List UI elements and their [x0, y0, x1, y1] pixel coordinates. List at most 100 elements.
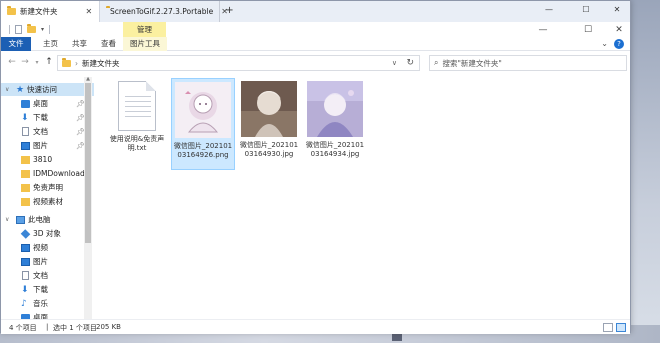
forward-button[interactable]: → — [20, 57, 30, 67]
scrollbar-thumb[interactable] — [85, 83, 91, 243]
scroll-up-icon[interactable]: ▲ — [84, 76, 92, 82]
item-count: 4 个项目 — [9, 324, 37, 332]
ribbon-tab-share[interactable]: 共享 — [65, 37, 94, 51]
expand-icon[interactable]: ∨ — [5, 86, 9, 93]
text-file-icon — [118, 81, 156, 131]
status-bar: 4 个项目 | 选中 1 个项目 205 KB — [1, 319, 630, 334]
new-folder-icon[interactable] — [27, 24, 36, 33]
computer-icon — [16, 215, 25, 224]
sidebar-item-label: 视频素材 — [33, 197, 63, 206]
ribbon-tab-file[interactable]: 文件 — [1, 37, 31, 51]
sidebar-item-pictures-pc[interactable]: 图片 — [1, 255, 94, 268]
sidebar-item-label: IDMDownload — [33, 169, 85, 178]
sidebar-item-downloads-pc[interactable]: ⬇︎ 下载 — [1, 283, 94, 296]
search-box[interactable]: ⌕ — [429, 55, 627, 71]
sidebar-item-label: 快速访问 — [27, 85, 57, 94]
sidebar-item-video-material[interactable]: 视频素材 — [1, 195, 94, 208]
ribbon-tab-home[interactable]: 主页 — [36, 37, 65, 51]
close-window-button[interactable]: ✕ — [609, 5, 625, 14]
address-bar[interactable]: › 新建文件夹 ∨ ↻ — [57, 55, 420, 71]
sidebar-item-desktop-pc[interactable]: 桌面 — [1, 311, 94, 319]
selected-count: 选中 1 个项目 — [53, 324, 97, 332]
search-input[interactable] — [442, 58, 623, 68]
close-window-button[interactable]: ✕ — [612, 25, 626, 35]
navigation-pane: ∨ ★ 快速访问 桌面 📌︎ ⬇︎ 下载 📌︎ 文档 📌︎ 图片 📌︎ 3810 — [1, 77, 94, 319]
address-row: ← → ▾ ↑ › 新建文件夹 ∨ ↻ ⌕ — [1, 52, 630, 74]
sidebar-item-this-pc[interactable]: ∨ 此电脑 — [1, 213, 94, 226]
music-icon: ♪ — [21, 298, 27, 309]
navigation-scrollbar[interactable]: ▲ — [84, 76, 92, 319]
sidebar-item-pictures[interactable]: 图片 📌︎ — [1, 139, 94, 152]
folder-icon — [21, 169, 30, 178]
image-thumbnail — [307, 81, 363, 137]
desktop-decoration — [392, 333, 402, 341]
ribbon-tab-picture-tools[interactable]: 图片工具 — [123, 37, 167, 51]
properties-icon[interactable] — [15, 25, 22, 34]
sidebar-item-3d-objects[interactable]: 3D 对象 — [1, 227, 94, 240]
file-explorer-window: 新建文件夹 ✕ ScreenToGif.2.27.3.Portable ✕ + … — [0, 0, 631, 334]
folder-icon — [21, 197, 30, 206]
sidebar-item-label: 免责声明 — [33, 183, 63, 192]
chevron-down-icon[interactable]: ∨ — [392, 59, 397, 67]
file-item-jpg[interactable]: 微信图片_20210103164930.jpg — [237, 78, 301, 170]
tab-bar: 新建文件夹 ✕ ScreenToGif.2.27.3.Portable ✕ + … — [1, 1, 630, 22]
search-icon: ⌕ — [434, 58, 439, 67]
sidebar-item-documents[interactable]: 文档 📌︎ — [1, 125, 94, 138]
desktop-icon — [21, 99, 30, 108]
file-list: 使用说明&免责声明.txt 微信图片_20210103164926.png 微信… — [97, 75, 627, 319]
sidebar-item-label: 音乐 — [33, 299, 48, 308]
sidebar-item-label: 图片 — [33, 141, 48, 150]
tab-new-folder[interactable]: 新建文件夹 ✕ — [1, 1, 100, 22]
folder-icon — [7, 6, 16, 15]
sidebar-item-label: 下载 — [33, 113, 48, 122]
expand-icon[interactable]: ∨ — [5, 216, 9, 223]
sidebar-item-label: 下载 — [33, 285, 48, 294]
maximize-button[interactable]: ☐ — [581, 25, 595, 35]
details-view-icon[interactable] — [603, 323, 613, 332]
large-icons-view-icon[interactable] — [616, 323, 626, 332]
sidebar-item-label: 视频 — [33, 243, 48, 252]
recent-locations-icon[interactable]: ▾ — [32, 59, 42, 66]
minimize-button[interactable]: — — [536, 25, 550, 35]
file-item-jpg[interactable]: 微信图片_20210103164934.jpg — [303, 78, 367, 170]
sidebar-item-label: 桌面 — [33, 313, 48, 319]
sidebar-item-downloads[interactable]: ⬇︎ 下载 📌︎ — [1, 111, 94, 124]
back-button[interactable]: ← — [7, 57, 17, 67]
sidebar-item-disclaimer[interactable]: 免责声明 — [1, 181, 94, 194]
sidebar-item-quick-access[interactable]: ∨ ★ 快速访问 — [1, 83, 94, 96]
file-name: 使用说明&免责声明.txt — [109, 135, 165, 152]
folder-icon — [21, 183, 30, 192]
sidebar-item-documents-pc[interactable]: 文档 — [1, 269, 94, 282]
separator: | — [46, 323, 49, 331]
download-icon: ⬇︎ — [21, 284, 29, 295]
file-item-txt[interactable]: 使用说明&免责声明.txt — [105, 78, 169, 170]
sidebar-item-3810[interactable]: 3810 — [1, 153, 94, 166]
star-icon: ★ — [16, 84, 25, 95]
sidebar-item-desktop[interactable]: 桌面 📌︎ — [1, 97, 94, 110]
sidebar-item-label: 桌面 — [33, 99, 48, 108]
video-icon — [21, 243, 30, 252]
breadcrumb[interactable]: 新建文件夹 — [82, 58, 120, 69]
sidebar-item-videos[interactable]: 视频 — [1, 241, 94, 254]
separator — [49, 25, 51, 34]
maximize-button[interactable]: ☐ — [578, 5, 594, 14]
file-name: 微信图片_20210103164930.jpg — [239, 141, 299, 158]
sidebar-item-music[interactable]: ♪ 音乐 — [1, 297, 94, 310]
minimize-button[interactable]: — — [541, 5, 557, 14]
chevron-down-icon[interactable]: ▾ — [41, 26, 44, 33]
image-thumbnail — [175, 82, 231, 138]
help-icon[interactable]: ? — [614, 39, 624, 49]
ribbon-tab-view[interactable]: 查看 — [94, 37, 123, 51]
up-button[interactable]: ↑ — [44, 57, 54, 67]
refresh-icon[interactable]: ↻ — [406, 58, 414, 68]
add-tab-button[interactable]: + — [223, 4, 236, 17]
manage-tab[interactable]: 管理 — [123, 22, 166, 37]
tab-title: ScreenToGif.2.27.3.Portable — [110, 7, 214, 16]
close-icon[interactable]: ✕ — [86, 7, 93, 16]
sidebar-item-label: 3D 对象 — [33, 229, 61, 238]
breadcrumb-separator-icon: › — [75, 58, 78, 68]
chevron-down-icon[interactable]: ⌄ — [601, 39, 608, 48]
file-item-png-selected[interactable]: 微信图片_20210103164926.png — [171, 78, 235, 170]
tab-screentogif[interactable]: ScreenToGif.2.27.3.Portable ✕ — [100, 1, 228, 22]
sidebar-item-idmdownload[interactable]: IDMDownload — [1, 167, 94, 180]
